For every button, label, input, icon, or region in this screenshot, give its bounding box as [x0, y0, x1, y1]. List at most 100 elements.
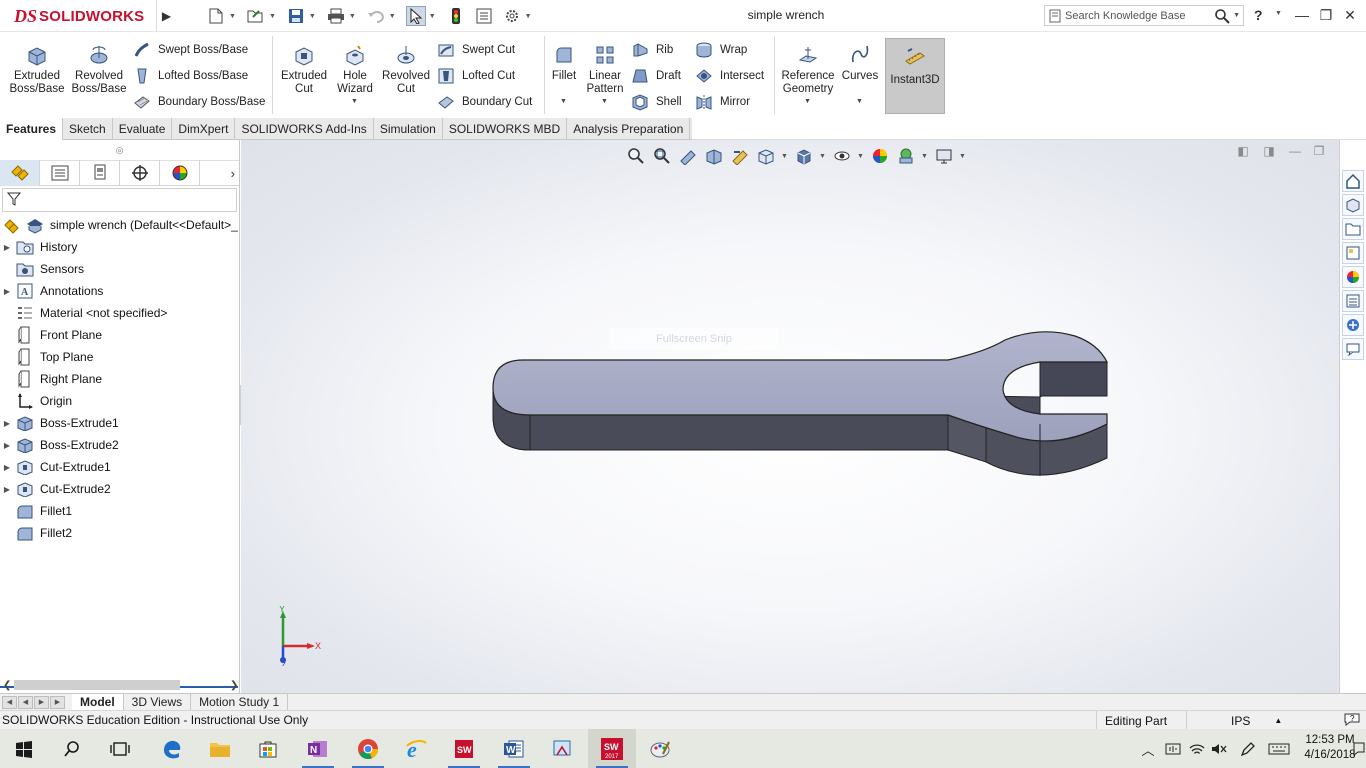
boundary-boss-button[interactable]: Boundary Boss/Base: [132, 92, 265, 112]
file-explorer-taskbar-icon[interactable]: [196, 729, 244, 768]
solidworks-forum-icon[interactable]: [1342, 314, 1364, 336]
scroll-right-arrow-icon[interactable]: ❯: [230, 680, 238, 691]
print-icon[interactable]: [326, 6, 346, 26]
open-dropdown-arrow[interactable]: ▼: [269, 13, 276, 20]
touch-keyboard-icon[interactable]: [1266, 739, 1292, 759]
tab-simulation[interactable]: Simulation: [374, 118, 443, 140]
tree-item-fillet1[interactable]: Fillet1: [0, 500, 239, 522]
paint-icon[interactable]: [636, 729, 684, 768]
search-dropdown-arrow[interactable]: ▼: [1233, 12, 1240, 19]
revolved-boss-button[interactable]: Revolved Boss/Base: [70, 42, 128, 96]
tab-sketch[interactable]: Sketch: [63, 118, 113, 140]
reference-geometry-dropdown-arrow[interactable]: ▼: [804, 98, 811, 105]
tree-item-material[interactable]: Material <not specified>: [0, 302, 239, 324]
word-icon[interactable]: W: [490, 729, 538, 768]
store-icon[interactable]: [244, 729, 292, 768]
file-properties-icon[interactable]: [474, 6, 494, 26]
search-icon[interactable]: [1211, 8, 1233, 24]
tree-item-cut-extrude1[interactable]: ▶ Cut-Extrude1: [0, 456, 239, 478]
tree-item-sensors[interactable]: Sensors: [0, 258, 239, 280]
more-tabs-arrow-icon[interactable]: ›: [231, 166, 235, 181]
filter-funnel-icon[interactable]: [6, 192, 22, 209]
help-dropdown-arrow[interactable]: ▼: [1275, 10, 1282, 17]
boundary-cut-button[interactable]: Boundary Cut: [436, 92, 532, 112]
feature-tree-hscrollbar[interactable]: ❮ ❯: [0, 677, 240, 693]
custom-properties-icon[interactable]: [1342, 290, 1364, 312]
scroll-thumb[interactable]: [14, 680, 180, 690]
tree-item-origin[interactable]: Origin: [0, 390, 239, 412]
search-input[interactable]: Search Knowledge Base: [1065, 10, 1211, 22]
open-document-icon[interactable]: [246, 6, 266, 26]
curves-dropdown-arrow[interactable]: ▼: [856, 98, 863, 105]
instant3d-button[interactable]: Instant3D: [885, 38, 945, 114]
windows-start-icon[interactable]: [0, 729, 48, 768]
unit-system-selector[interactable]: IPS ▲: [1186, 711, 1296, 730]
select-dropdown-arrow[interactable]: ▼: [429, 13, 436, 20]
extruded-cut-button[interactable]: Extruded Cut: [278, 42, 330, 96]
options-dropdown-arrow[interactable]: ▼: [525, 13, 532, 20]
intersect-button[interactable]: Intersect: [694, 66, 764, 86]
tree-root-part[interactable]: simple wrench (Default<<Default>_: [0, 214, 239, 236]
internet-explorer-icon[interactable]: e: [392, 729, 440, 768]
wrap-button[interactable]: Wrap: [694, 40, 747, 60]
solidworks-resources-home-icon[interactable]: [1342, 170, 1364, 192]
expand-arrow-icon[interactable]: ▶: [0, 441, 14, 450]
menu-expand-arrow-icon[interactable]: ▶: [156, 0, 176, 32]
linear-pattern-button[interactable]: Linear Pattern: [582, 42, 628, 96]
quick-tips-icon[interactable]: ?: [1344, 712, 1360, 729]
expand-arrow-icon[interactable]: ▶: [0, 243, 14, 252]
system-clock[interactable]: 12:53 PM 4/16/2018: [1300, 733, 1360, 763]
close-icon[interactable]: ✕: [1338, 4, 1362, 26]
show-hidden-icons-chevron-icon[interactable]: ︿: [1140, 739, 1156, 759]
knowledge-base-search[interactable]: Search Knowledge Base ▼: [1044, 5, 1244, 26]
wifi-icon[interactable]: [1188, 739, 1206, 759]
file-explorer-icon[interactable]: [1342, 218, 1364, 240]
display-manager-tab-icon[interactable]: [160, 160, 200, 186]
prev-tab-arrow-icon[interactable]: ◀: [18, 695, 33, 709]
tree-item-top[interactable]: Top Plane: [0, 346, 239, 368]
sound-mixer-icon[interactable]: [1164, 739, 1182, 759]
dimxpert-manager-tab-icon[interactable]: [120, 160, 160, 186]
solidworks-taskbar-icon[interactable]: SW: [440, 729, 488, 768]
graphics-area[interactable]: ▼ ▼ ▼ ▼ ▼ ◧ ◨ — ❐ ✕ Fullscreen Snip: [241, 140, 1339, 693]
undo-dropdown-arrow[interactable]: ▼: [389, 13, 396, 20]
save-icon[interactable]: [286, 6, 306, 26]
edge-browser-icon[interactable]: [148, 729, 196, 768]
tree-item-front[interactable]: Front Plane: [0, 324, 239, 346]
scroll-left-arrow-icon[interactable]: ❮: [3, 680, 11, 691]
new-document-icon[interactable]: [206, 6, 226, 26]
fillet-dropdown-arrow[interactable]: ▼: [560, 98, 567, 105]
select-pointer-icon[interactable]: [405, 6, 426, 26]
revolved-cut-button[interactable]: Revolved Cut: [380, 42, 432, 96]
snipping-tool-icon[interactable]: [538, 729, 586, 768]
tab-dimxpert[interactable]: DimXpert: [172, 118, 236, 140]
appearances-scenes-icon[interactable]: [1342, 266, 1364, 288]
view-palette-icon[interactable]: [1342, 242, 1364, 264]
onenote-icon[interactable]: N: [294, 729, 342, 768]
tab-motion-study-1[interactable]: Motion Study 1: [191, 694, 289, 710]
volume-muted-icon[interactable]: [1210, 739, 1228, 759]
hole-wizard-button[interactable]: Hole Wizard: [332, 42, 378, 96]
first-tab-arrow-icon[interactable]: ◀: [2, 695, 17, 709]
extruded-boss-button[interactable]: Extruded Boss/Base: [8, 42, 66, 96]
solidworks-logo[interactable]: DS SOLIDWORKS: [14, 6, 144, 26]
community-chat-icon[interactable]: [1342, 338, 1364, 360]
tab-evaluate[interactable]: Evaluate: [113, 118, 173, 140]
expand-arrow-icon[interactable]: ▶: [0, 287, 14, 296]
reference-geometry-button[interactable]: Reference Geometry: [778, 42, 838, 96]
draft-button[interactable]: Draft: [630, 66, 681, 86]
taskbar-search-icon[interactable]: [48, 729, 96, 768]
save-dropdown-arrow[interactable]: ▼: [309, 13, 316, 20]
configuration-manager-tab-icon[interactable]: [80, 160, 120, 186]
tree-filter[interactable]: [2, 188, 237, 212]
tree-item-history[interactable]: ▶ History: [0, 236, 239, 258]
pen-workspace-icon[interactable]: [1238, 739, 1258, 759]
rib-button[interactable]: Rib: [630, 40, 673, 60]
design-library-icon[interactable]: [1342, 194, 1364, 216]
chrome-icon[interactable]: [344, 729, 392, 768]
rebuild-traffic-light-icon[interactable]: [446, 6, 466, 26]
tree-item-annotations[interactable]: ▶ A Annotations: [0, 280, 239, 302]
task-view-icon[interactable]: [96, 729, 144, 768]
mirror-button[interactable]: Mirror: [694, 92, 750, 112]
lofted-cut-button[interactable]: Lofted Cut: [436, 66, 515, 86]
